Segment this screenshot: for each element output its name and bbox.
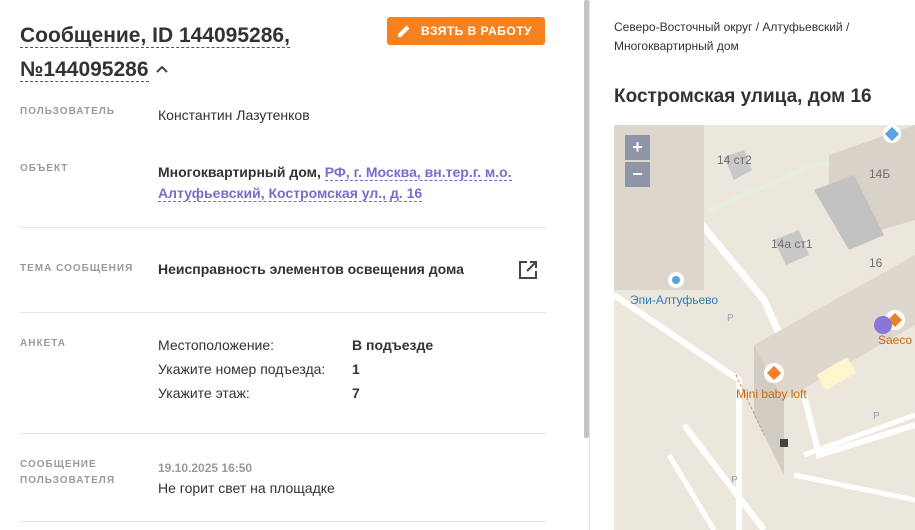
survey-question-3: Укажите этаж: — [158, 385, 250, 401]
user-message-label-2: ПОЛЬЗОВАТЕЛЯ — [20, 475, 116, 486]
address-title: Костромская улица, дом 16 — [614, 86, 872, 107]
user-message-label-1: СООБЩЕНИЕ — [20, 459, 97, 470]
map-label-14b: 14Б — [869, 167, 891, 181]
message-panel: Сообщение, ID 144095286, №144095286 ВЗЯТ… — [0, 0, 584, 530]
parking-icon: P — [873, 411, 880, 422]
survey-answer-2: 1 — [352, 361, 360, 377]
survey-answer-3: 7 — [352, 385, 360, 401]
parking-icon: P — [731, 475, 738, 486]
map-poi-mini-baby-loft[interactable]: Mini baby loft — [736, 387, 807, 401]
page-title: Сообщение, ID 144095286, №144095286 — [20, 20, 370, 86]
survey-answer-1: В подъезде — [352, 337, 434, 353]
title-line-2: №144095286 — [20, 58, 149, 82]
take-to-work-button[interactable]: ВЗЯТЬ В РАБОТУ — [387, 17, 545, 45]
message-text: Не горит свет на площадке — [158, 480, 335, 496]
external-link-icon[interactable] — [518, 260, 538, 285]
survey-question-1: Местоположение: — [158, 337, 275, 353]
panel-divider — [589, 0, 590, 530]
divider — [20, 521, 546, 522]
object-type: Многоквартирный дом, — [158, 164, 321, 180]
survey-label: АНКЕТА — [20, 338, 66, 349]
topic-value: Неисправность элементов освещения дома — [158, 261, 464, 277]
object-label: ОБЪЕКТ — [20, 163, 69, 174]
title-line-1: Сообщение, ID 144095286, — [20, 24, 290, 48]
user-value: Константин Лазутенков — [158, 107, 310, 123]
breadcrumb-line-1: Северо-Восточный округ / Алтуфьевский / — [614, 20, 850, 34]
pencil-icon — [398, 25, 410, 37]
breadcrumb: Северо-Восточный округ / Алтуфьевский / … — [614, 18, 904, 56]
divider — [20, 433, 546, 434]
map-canvas — [614, 125, 915, 530]
map[interactable]: + − 14 ст2 14Б 14а ст1 16 Эпи-Алтуфьево … — [614, 125, 915, 530]
map-label-14s2: 14 ст2 — [717, 153, 752, 167]
map-label-16: 16 — [869, 256, 883, 270]
object-value: Многоквартирный дом, РФ, г. Москва, вн.т… — [158, 162, 518, 204]
zoom-out-button[interactable]: − — [625, 162, 650, 187]
message-date: 19.10.2025 16:50 — [158, 461, 253, 475]
survey-question-2: Укажите номер подъезда: — [158, 361, 326, 377]
breadcrumb-line-2: Многоквартирный дом — [614, 39, 739, 53]
divider — [20, 227, 546, 228]
map-label-14as1: 14а ст1 — [771, 237, 813, 251]
parking-icon: P — [727, 313, 734, 324]
take-to-work-label: ВЗЯТЬ В РАБОТУ — [421, 24, 533, 38]
map-poi-saeco[interactable]: Saeco — [878, 333, 912, 347]
zoom-in-button[interactable]: + — [625, 135, 650, 160]
divider — [20, 312, 546, 313]
chevron-up-icon[interactable] — [155, 52, 169, 84]
topic-label: ТЕМА СООБЩЕНИЯ — [20, 263, 134, 274]
map-poi-epi[interactable]: Эпи-Алтуфьево — [630, 293, 718, 307]
user-label: ПОЛЬЗОВАТЕЛЬ — [20, 106, 116, 117]
